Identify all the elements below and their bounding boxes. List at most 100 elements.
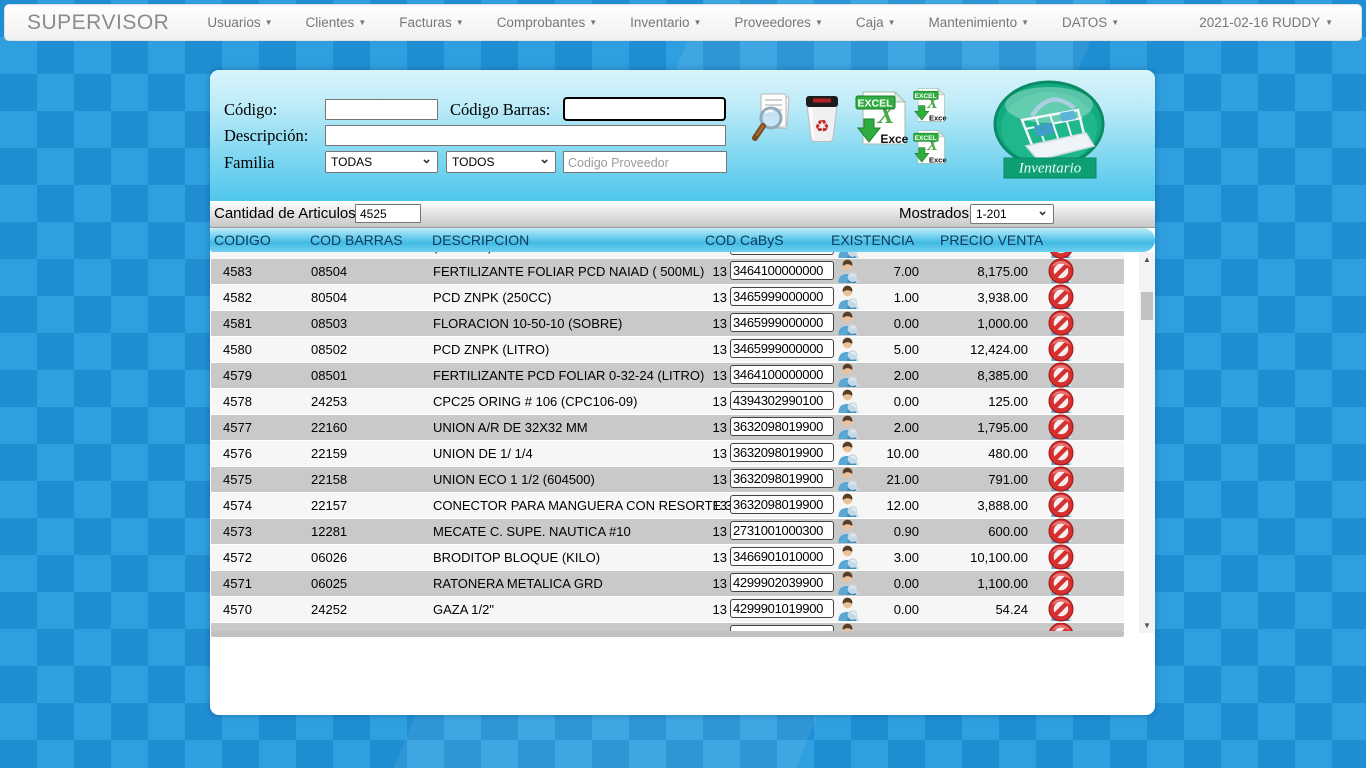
vertical-scrollbar[interactable]: ▲ ▼ [1139,252,1155,633]
cell-existencia: 10.00 [859,441,919,466]
svg-text:♻: ♻ [814,117,829,137]
cell-cod-barras: 22160 [311,415,347,440]
cabys-input[interactable] [730,261,834,280]
cabys-input[interactable] [730,599,834,618]
cell-cabys-prefix: 13 [681,311,727,336]
tipo-select[interactable]: TODOS ⌄ [446,151,556,173]
table-row: 457908501FERTILIZANTE PCD FOLIAR 0-32-24… [211,363,1124,388]
cabys-input[interactable] [730,391,834,410]
cell-cod-barras: 22158 [311,467,347,492]
nav-item-label: Usuarios [207,15,260,30]
col-codigo: CODIGO [214,232,271,248]
cell-cod-barras: 12281 [311,519,347,544]
cabys-input[interactable] [730,365,834,384]
cell-precio-venta: 125.00 [927,389,1028,414]
cell-cod-barras: 08502 [311,337,347,362]
cell-cabys-prefix: 13 [681,493,727,518]
cell-existencia: 2.00 [859,415,919,440]
cell-descripcion: UNION DE 1/ 1/4 [433,441,533,466]
table-row: 458008502PCD ZNPK (LITRO)135.0012,424.00 [211,337,1124,362]
disable-article-icon[interactable] [1048,623,1074,631]
codigo-input[interactable] [325,99,438,120]
user-date-menu[interactable]: 2021-02-16 RUDDY▼ [1199,15,1333,30]
cell-cabys-prefix: 13 [681,571,727,596]
cell-codigo: 4583 [223,259,252,284]
cabys-input[interactable] [730,417,834,436]
cell-precio-venta: 1,000.00 [927,311,1028,336]
cabys-input[interactable] [730,469,834,488]
table-row: 457422157CONECTOR PARA MANGUERA CON RESO… [211,493,1124,518]
nav-item-comprobantes[interactable]: Comprobantes▼ [497,15,597,30]
cabys-input[interactable] [730,313,834,332]
cell-cod-barras: 24252 [311,597,347,622]
excel-export-small-icon-1[interactable]: X EXCEL Excel [913,86,947,129]
svg-text:EXCEL: EXCEL [915,93,937,100]
cell-cabys-prefix: 13 [681,285,727,310]
nav-item-inventario[interactable]: Inventario▼ [630,15,701,30]
cell-cod-barras: 80504 [311,285,347,310]
top-navbar: SUPERVISOR Usuarios▼Clientes▼Facturas▼Co… [4,4,1362,41]
codigo-proveedor-input[interactable] [563,151,727,173]
horizontal-scrollbar[interactable] [211,631,1124,637]
familia-select[interactable]: TODAS ⌄ [325,151,438,173]
mostrados-select[interactable]: 1-201 ⌄ [970,204,1054,224]
table-row: 457024252GAZA 1/2"130.0054.24 [211,597,1124,622]
nav-item-usuarios[interactable]: Usuarios▼ [207,15,272,30]
nav-item-datos[interactable]: DATOS▼ [1062,15,1119,30]
nav-item-caja[interactable]: Caja▼ [856,15,896,30]
codigo-label: Código: [224,100,277,120]
table-row: 458108503FLORACION 10-50-10 (SOBRE)130.0… [211,311,1124,336]
cell-cod-barras: 06026 [311,545,347,570]
cabys-input[interactable] [730,495,834,514]
partial-row-bottom [210,623,1139,631]
svg-text:EXCEL: EXCEL [857,98,893,110]
nav-item-clientes[interactable]: Clientes▼ [306,15,367,30]
cell-descripcion: FLORACION 10-50-10 (SOBRE) [433,311,622,336]
nav-item-mantenimiento[interactable]: Mantenimiento▼ [929,15,1029,30]
cell-codigo: 4574 [223,493,252,518]
inventario-logo[interactable]: Inventario [992,80,1108,185]
chevron-down-icon: ▼ [456,18,464,27]
cell-descripcion: FERTILIZANTE FOLIAR PCD NAIAD ( 500ML) [433,259,704,284]
codigo-barras-input[interactable] [563,97,726,121]
cell-cabys-prefix: 13 [681,363,727,388]
descripcion-input[interactable] [325,125,726,146]
cantidad-input[interactable] [355,204,421,223]
recycle-bin-icon[interactable]: ♻ [800,92,844,149]
cell-descripcion: (3030025)R [433,252,502,259]
cell-cod-barras: 22159 [311,441,347,466]
table-body: (3030025)R458308504FERTILIZANTE FOLIAR P… [210,252,1139,637]
cabys-input[interactable] [730,339,834,358]
cabys-input[interactable] [730,573,834,592]
scroll-down-icon[interactable]: ▼ [1139,621,1155,630]
cell-codigo: 4579 [223,363,252,388]
table-row: 457824253CPC25 ORING # 106 (CPC106-09)13… [211,389,1124,414]
document-search-icon[interactable] [750,92,796,149]
nav-item-facturas[interactable]: Facturas▼ [399,15,463,30]
col-existencia: EXISTENCIA [831,232,914,248]
chevron-down-icon: ▼ [815,18,823,27]
nav-item-proveedores[interactable]: Proveedores▼ [734,15,822,30]
cell-codigo: 4581 [223,311,252,336]
cabys-input[interactable] [730,521,834,540]
chevron-down-icon: ▼ [888,18,896,27]
excel-export-icon[interactable]: X EXCEL Excel [855,89,909,152]
excel-export-small-icon-2[interactable]: X EXCEL Excel [913,128,947,171]
cell-cod-barras: 22157 [311,493,347,518]
cell-descripcion: CPC25 ORING # 106 (CPC106-09) [433,389,637,414]
familia-select-value: TODAS [331,155,372,169]
cell-cod-barras: 08501 [311,363,347,388]
nav-item-label: Clientes [306,15,355,30]
cell-existencia: 0.90 [859,519,919,544]
scroll-up-icon[interactable]: ▲ [1139,255,1155,264]
brand-title: SUPERVISOR [27,11,169,35]
cell-precio-venta: 791.00 [927,467,1028,492]
cabys-input[interactable] [730,252,834,255]
cell-existencia: 1.00 [859,285,919,310]
cell-precio-venta: 12,424.00 [927,337,1028,362]
person-search-icon[interactable] [835,623,860,631]
cabys-input[interactable] [730,547,834,566]
cabys-input[interactable] [730,287,834,306]
cabys-input[interactable] [730,443,834,462]
scrollbar-thumb[interactable] [1141,292,1153,320]
